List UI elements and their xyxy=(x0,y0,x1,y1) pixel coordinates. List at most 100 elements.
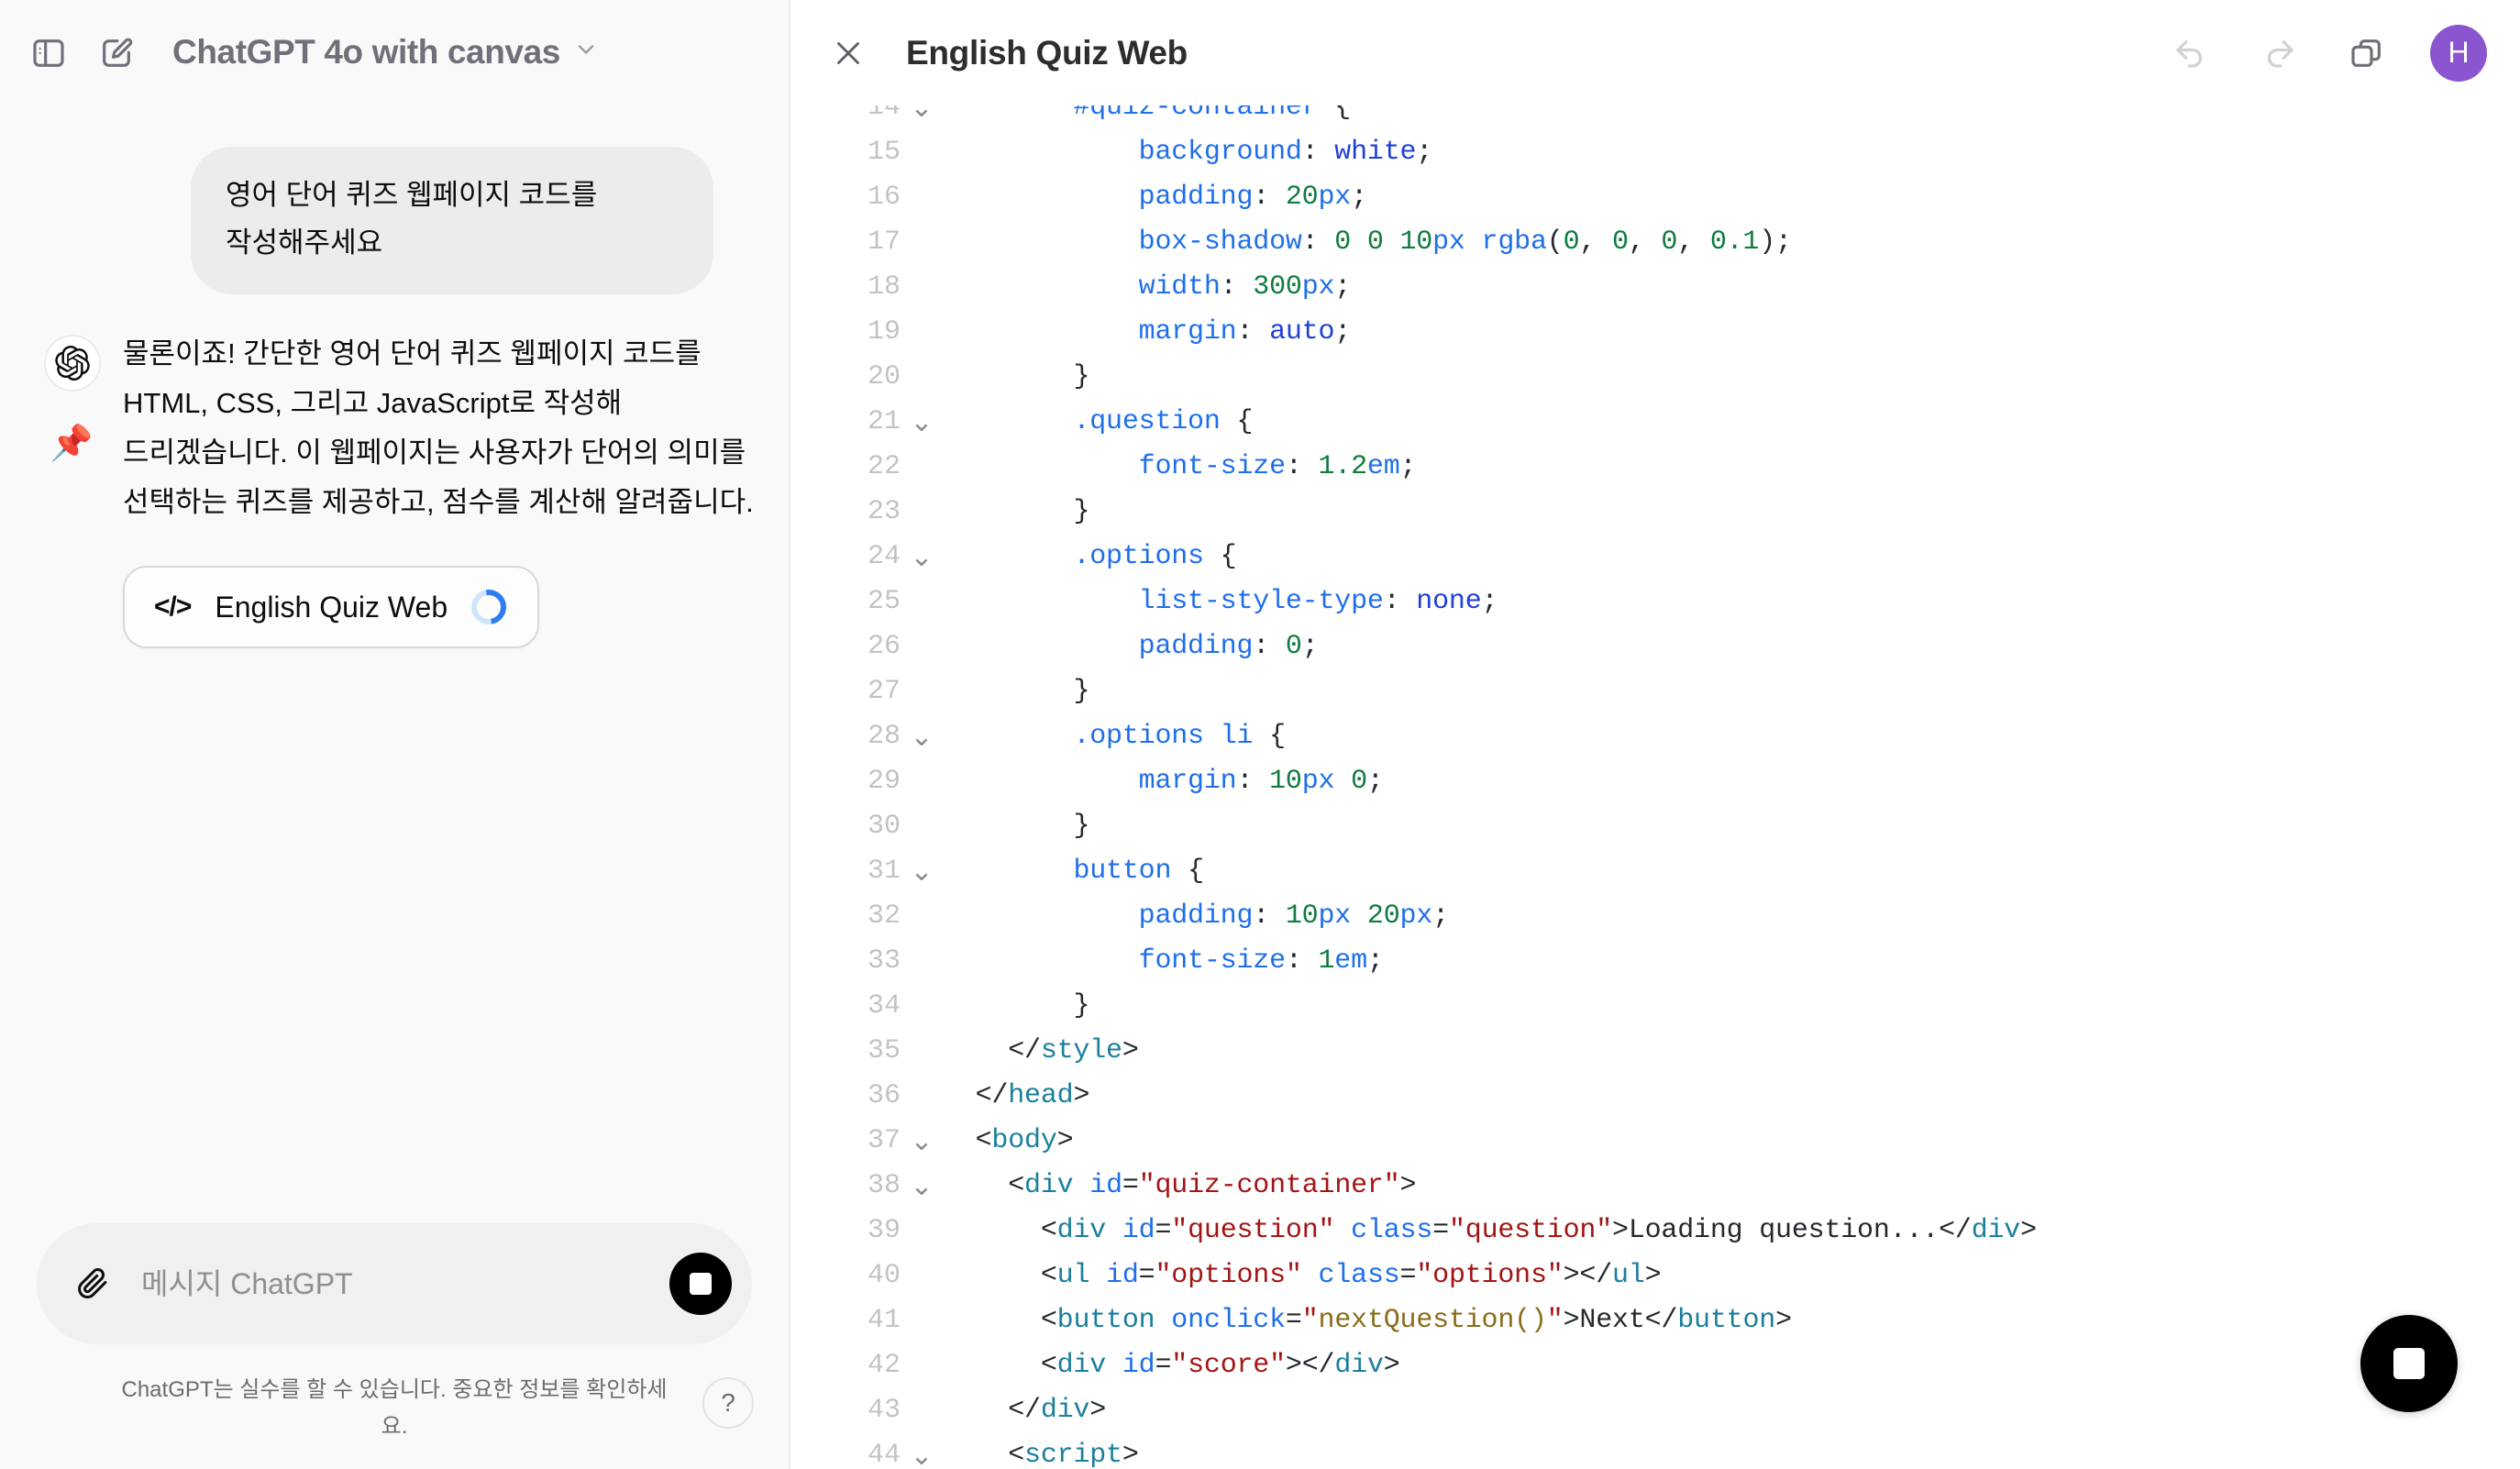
line-number: 27 xyxy=(867,676,901,707)
code-line-content[interactable]: padding: 0; xyxy=(943,624,2520,669)
code-line-content[interactable]: #quiz-container { xyxy=(943,105,2520,130)
code-line-content[interactable]: } xyxy=(943,804,2520,849)
line-number: 23 xyxy=(867,496,901,527)
code-lines-table: 14 ⌄ #quiz-container {15 background: whit… xyxy=(790,105,2520,1469)
code-line-content[interactable]: <div id="question" class="question">Load… xyxy=(943,1209,2520,1254)
canvas-title: English Quiz Web xyxy=(906,33,1188,72)
fold-spacer xyxy=(901,1074,943,1119)
code-line: 30 } xyxy=(790,804,2520,849)
code-line: 16 padding: 20px; xyxy=(790,175,2520,220)
artifact-card-english-quiz-web[interactable]: </> English Quiz Web xyxy=(123,566,540,648)
undo-arrow-icon[interactable] xyxy=(2161,23,2221,83)
chevron-down-icon[interactable]: ⌄ xyxy=(901,105,943,130)
code-line-content[interactable]: margin: auto; xyxy=(943,310,2520,355)
code-line-content[interactable]: padding: 20px; xyxy=(943,175,2520,220)
chevron-down-icon[interactable]: ⌄ xyxy=(901,1164,943,1209)
canvas-stop-generating-button[interactable] xyxy=(2360,1315,2458,1412)
code-line-content[interactable]: box-shadow: 0 0 10px rgba(0, 0, 0, 0.1); xyxy=(943,220,2520,265)
fold-spacer xyxy=(901,939,943,984)
line-number: 28 xyxy=(867,721,901,752)
line-number: 25 xyxy=(867,586,901,617)
code-line-content[interactable]: button { xyxy=(943,849,2520,894)
user-message-bubble: 영어 단어 퀴즈 웹페이지 코드를 작성해주세요 xyxy=(191,147,713,294)
code-line-content[interactable]: padding: 10px 20px; xyxy=(943,894,2520,939)
code-line-content[interactable]: .question { xyxy=(943,400,2520,445)
canvas-panel: English Quiz Web H 14 ⌄ #quiz-container … xyxy=(790,0,2520,1469)
chevron-down-icon[interactable]: ⌄ xyxy=(901,400,943,445)
code-line-content[interactable]: width: 300px; xyxy=(943,265,2520,310)
chevron-down-icon xyxy=(573,37,599,67)
copy-duplicate-icon[interactable] xyxy=(2337,23,2397,83)
code-scroll[interactable]: 14 ⌄ #quiz-container {15 background: whit… xyxy=(790,105,2520,1469)
fold-spacer xyxy=(901,1029,943,1074)
user-message-text: 영어 단어 퀴즈 웹페이지 코드를 작성해주세요 xyxy=(226,179,598,259)
help-button[interactable]: ? xyxy=(702,1377,754,1429)
code-line: 32 padding: 10px 20px; xyxy=(790,894,2520,939)
line-number: 17 xyxy=(867,226,901,258)
fold-spacer xyxy=(901,1298,943,1343)
code-line-content[interactable]: <div id="score"></div> xyxy=(943,1343,2520,1388)
line-number: 30 xyxy=(867,811,901,842)
code-line-content[interactable]: <ul id="options" class="options"></ul> xyxy=(943,1254,2520,1298)
composer-wrap xyxy=(0,1223,789,1364)
message-composer[interactable] xyxy=(37,1223,752,1344)
code-line-content[interactable]: } xyxy=(943,490,2520,535)
chevron-down-icon[interactable]: ⌄ xyxy=(901,714,943,759)
stop-square-icon xyxy=(2393,1348,2425,1379)
code-line-content[interactable]: background: white; xyxy=(943,130,2520,175)
code-line: 23 } xyxy=(790,490,2520,535)
line-number: 34 xyxy=(867,990,901,1022)
code-brackets-icon: </> xyxy=(154,591,192,622)
chevron-down-icon[interactable]: ⌄ xyxy=(901,535,943,580)
model-selector[interactable]: ChatGPT 4o with canvas xyxy=(158,26,613,81)
fold-spacer xyxy=(901,355,943,400)
code-line: 41 <button onclick="nextQuestion()">Next… xyxy=(790,1298,2520,1343)
fold-spacer xyxy=(901,220,943,265)
code-line-content[interactable]: margin: 10px 0; xyxy=(943,759,2520,804)
code-line-content[interactable]: </head> xyxy=(943,1074,2520,1119)
code-line-content[interactable]: list-style-type: none; xyxy=(943,580,2520,624)
compose-pencil-icon[interactable] xyxy=(86,23,147,83)
paperclip-icon[interactable] xyxy=(64,1256,119,1311)
code-line: 24 ⌄ .options { xyxy=(790,535,2520,580)
code-editor[interactable]: 14 ⌄ #quiz-container {15 background: whit… xyxy=(790,105,2520,1469)
code-line-content[interactable]: <body> xyxy=(943,1119,2520,1164)
code-line-content[interactable]: <button onclick="nextQuestion()">Next</b… xyxy=(943,1298,2520,1343)
message-input[interactable] xyxy=(119,1266,669,1301)
fold-spacer xyxy=(901,894,943,939)
fold-spacer xyxy=(901,624,943,669)
code-line-content[interactable]: .options li { xyxy=(943,714,2520,759)
code-line-content[interactable]: } xyxy=(943,984,2520,1029)
code-line: 43 </div> xyxy=(790,1388,2520,1433)
chevron-down-icon[interactable]: ⌄ xyxy=(901,1119,943,1164)
stop-generating-button[interactable] xyxy=(669,1253,732,1315)
code-line: 19 margin: auto; xyxy=(790,310,2520,355)
chevron-down-icon[interactable]: ⌄ xyxy=(901,849,943,894)
chatgpt-canvas-window: ChatGPT 4o with canvas 영어 단어 퀴즈 웹페이지 코드를… xyxy=(0,0,2520,1469)
pin-icon[interactable]: 📌 xyxy=(50,426,119,461)
code-line-content[interactable]: <script> xyxy=(943,1433,2520,1469)
code-line-content[interactable]: font-size: 1.2em; xyxy=(943,445,2520,490)
code-line-content[interactable]: <div id="quiz-container"> xyxy=(943,1164,2520,1209)
stop-square-icon xyxy=(690,1273,712,1295)
avatar[interactable]: H xyxy=(2430,24,2487,82)
chevron-down-icon[interactable]: ⌄ xyxy=(901,1433,943,1469)
code-line-content[interactable]: .options { xyxy=(943,535,2520,580)
sidebar-panel-icon[interactable] xyxy=(18,23,79,83)
code-line-content[interactable]: </div> xyxy=(943,1388,2520,1433)
code-line-content[interactable]: font-size: 1em; xyxy=(943,939,2520,984)
fold-spacer xyxy=(901,669,943,714)
code-line-content[interactable]: } xyxy=(943,355,2520,400)
line-number: 24 xyxy=(867,541,901,572)
code-line-content[interactable]: } xyxy=(943,669,2520,714)
footer-row: ChatGPT는 실수를 할 수 있습니다. 중요한 정보를 확인하세요. ? xyxy=(0,1364,789,1469)
line-number: 22 xyxy=(867,451,901,482)
line-number: 29 xyxy=(867,766,901,797)
close-x-icon[interactable] xyxy=(820,25,877,82)
line-number: 35 xyxy=(867,1035,901,1066)
code-line: 15 background: white; xyxy=(790,130,2520,175)
code-line: 40 <ul id="options" class="options"></ul… xyxy=(790,1254,2520,1298)
code-line-content[interactable]: </style> xyxy=(943,1029,2520,1074)
redo-arrow-icon[interactable] xyxy=(2249,23,2309,83)
conversation-scroll-area[interactable]: 영어 단어 퀴즈 웹페이지 코드를 작성해주세요 📌 물론이죠! 간단한 영어 … xyxy=(0,105,789,1223)
